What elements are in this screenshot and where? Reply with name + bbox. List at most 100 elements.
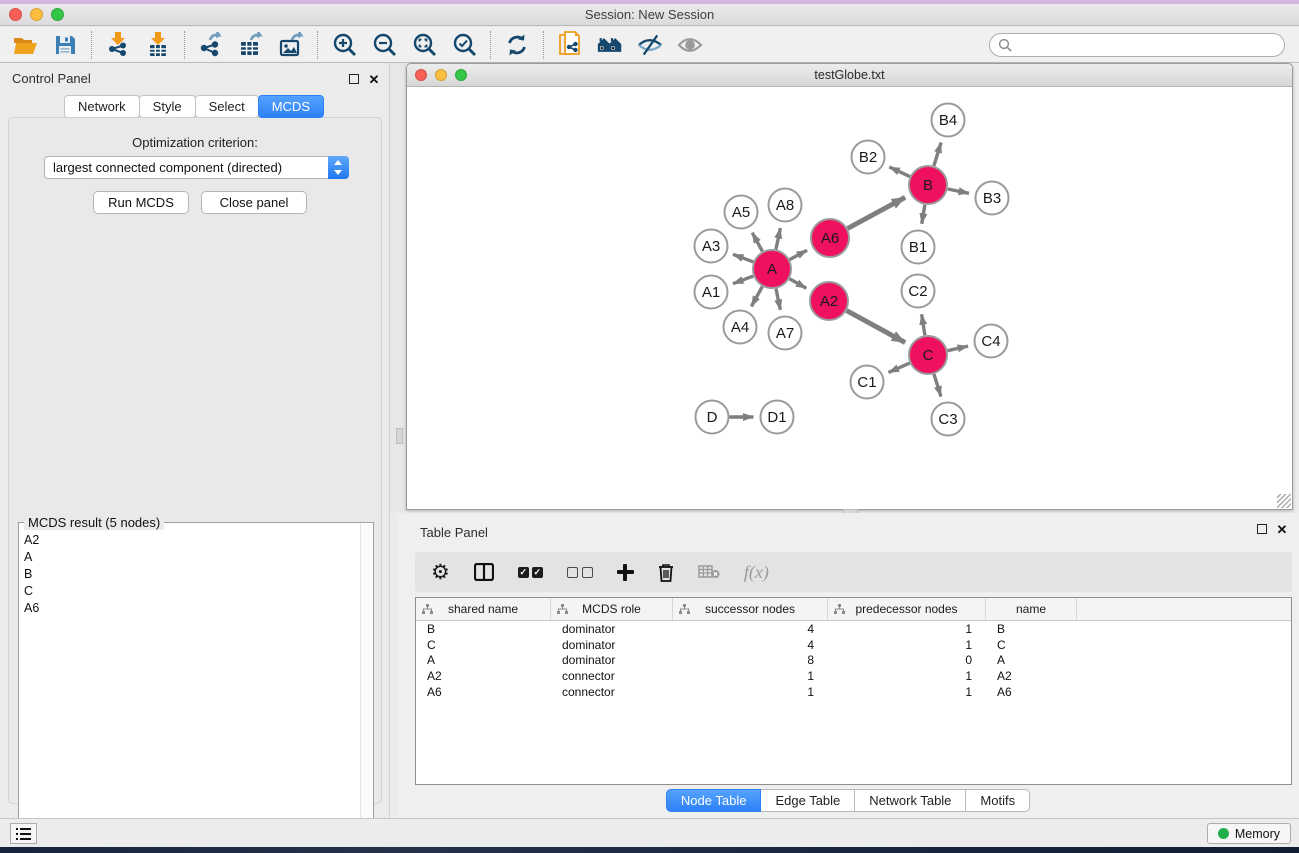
import-table-icon[interactable] [145, 32, 171, 58]
node-A8[interactable]: A8 [769, 189, 802, 222]
result-item[interactable]: B [20, 565, 360, 582]
edge-A-A8[interactable] [776, 228, 780, 249]
node-C2[interactable]: C2 [902, 275, 935, 308]
node-B[interactable]: B [909, 166, 947, 204]
node-A[interactable]: A [753, 250, 791, 288]
result-item[interactable]: A [20, 548, 360, 565]
node-B1[interactable]: B1 [902, 231, 935, 264]
node-A7[interactable]: A7 [769, 317, 802, 350]
tab-network-table[interactable]: Network Table [854, 789, 966, 812]
function-builder-icon[interactable]: f(x) [744, 562, 769, 583]
zoom-selected-icon[interactable] [451, 32, 477, 58]
float-table-panel-icon[interactable] [1255, 522, 1269, 536]
network-snapshot-icon[interactable] [557, 32, 583, 58]
node-B3[interactable]: B3 [976, 182, 1009, 215]
column-header-successor-nodes[interactable]: successor nodes [673, 598, 828, 620]
table-row[interactable]: Cdominator41C [416, 637, 1291, 653]
export-network-icon[interactable] [198, 32, 224, 58]
home-view-icon[interactable] [597, 32, 623, 58]
node-C4[interactable]: C4 [975, 325, 1008, 358]
table-row[interactable]: A2connector11A2 [416, 668, 1291, 684]
panel-divider[interactable] [390, 63, 406, 512]
deselect-all-icon[interactable] [567, 567, 593, 578]
close-panel-button[interactable]: Close panel [201, 191, 307, 214]
save-session-icon[interactable] [52, 32, 78, 58]
column-header-MCDS-role[interactable]: MCDS role [551, 598, 673, 620]
show-graphics-details-icon[interactable] [677, 32, 703, 58]
export-table-icon[interactable] [238, 32, 264, 58]
node-C[interactable]: C [909, 336, 947, 374]
edge-A-A6[interactable] [790, 250, 807, 259]
column-header-shared-name[interactable]: shared name [416, 598, 551, 620]
edge-C-C3[interactable] [934, 374, 941, 396]
network-canvas[interactable]: B4B2BB3A8A5A6A3B1AA1C2A2A4A7C4CC1C3DD1 [408, 87, 1291, 509]
search-input[interactable] [1012, 38, 1276, 52]
table-row[interactable]: Adominator80A [416, 652, 1291, 668]
edge-C-C2[interactable] [922, 314, 925, 335]
task-history-button[interactable] [10, 823, 37, 844]
edge-B-B1[interactable] [922, 205, 925, 224]
node-B2[interactable]: B2 [852, 141, 885, 174]
edge-C-C1[interactable] [888, 363, 909, 372]
edge-A-A5[interactable] [752, 233, 762, 252]
node-C3[interactable]: C3 [932, 403, 965, 436]
delete-column-icon[interactable] [658, 563, 674, 582]
result-item[interactable]: A6 [20, 599, 360, 616]
node-A1[interactable]: A1 [695, 276, 728, 309]
edge-A6-B[interactable] [848, 197, 906, 228]
tab-motifs[interactable]: Motifs [965, 789, 1030, 812]
column-header-predecessor-nodes[interactable]: predecessor nodes [828, 598, 986, 620]
node-A4[interactable]: A4 [724, 311, 757, 344]
result-item[interactable]: C [20, 582, 360, 599]
run-mcds-button[interactable]: Run MCDS [93, 191, 189, 214]
result-scrollbar[interactable] [360, 524, 372, 853]
edge-A-A2[interactable] [789, 279, 806, 288]
column-header-name[interactable]: name [986, 598, 1077, 620]
edge-A-A7[interactable] [776, 289, 780, 310]
tab-node-table[interactable]: Node Table [666, 789, 762, 812]
node-D[interactable]: D [696, 401, 729, 434]
table-options-gear-icon[interactable]: ⚙ [431, 562, 450, 583]
delete-table-icon[interactable] [698, 565, 720, 579]
edge-B-B4[interactable] [934, 142, 941, 165]
edge-A-A4[interactable] [751, 287, 762, 307]
edge-A-A1[interactable] [733, 276, 753, 284]
tab-mcds[interactable]: MCDS [258, 95, 324, 118]
result-item[interactable]: A2 [20, 531, 360, 548]
close-panel-icon[interactable]: ✕ [367, 72, 381, 86]
export-image-icon[interactable] [278, 32, 304, 58]
network-graph[interactable]: B4B2BB3A8A5A6A3B1AA1C2A2A4A7C4CC1C3DD1 [408, 87, 1291, 509]
edge-A2-C[interactable] [847, 311, 906, 343]
node-B4[interactable]: B4 [932, 104, 965, 137]
tab-network[interactable]: Network [64, 95, 140, 118]
tab-edge-table[interactable]: Edge Table [760, 789, 855, 812]
edge-B-B3[interactable] [948, 189, 969, 193]
node-C1[interactable]: C1 [851, 366, 884, 399]
node-A3[interactable]: A3 [695, 230, 728, 263]
criterion-dropdown[interactable]: largest connected component (directed) [44, 156, 349, 179]
table-row[interactable]: A6connector11A6 [416, 684, 1291, 700]
edge-C-C4[interactable] [948, 346, 969, 351]
window-resize-grip[interactable] [1277, 494, 1291, 508]
tab-style[interactable]: Style [139, 95, 196, 118]
node-A2[interactable]: A2 [810, 282, 848, 320]
select-all-icon[interactable]: ✓✓ [518, 567, 543, 578]
tab-select[interactable]: Select [195, 95, 259, 118]
memory-button[interactable]: Memory [1207, 823, 1291, 844]
add-column-icon[interactable] [617, 564, 634, 581]
mcds-result-list[interactable]: A2ABCA6 [20, 531, 360, 853]
node-table[interactable]: shared nameMCDS rolesuccessor nodesprede… [415, 597, 1292, 785]
node-A6[interactable]: A6 [811, 219, 849, 257]
close-table-panel-icon[interactable]: ✕ [1275, 522, 1289, 536]
edge-B-B2[interactable] [889, 167, 910, 177]
table-row[interactable]: Bdominator41B [416, 621, 1291, 637]
float-panel-icon[interactable] [347, 72, 361, 86]
column-visibility-icon[interactable] [474, 563, 494, 581]
panel-divider-handle[interactable] [396, 428, 403, 444]
search-box[interactable] [989, 33, 1285, 57]
refresh-icon[interactable] [504, 32, 530, 58]
open-file-icon[interactable] [12, 32, 38, 58]
edge-A-A3[interactable] [733, 254, 753, 262]
zoom-out-icon[interactable] [371, 32, 397, 58]
node-D1[interactable]: D1 [761, 401, 794, 434]
